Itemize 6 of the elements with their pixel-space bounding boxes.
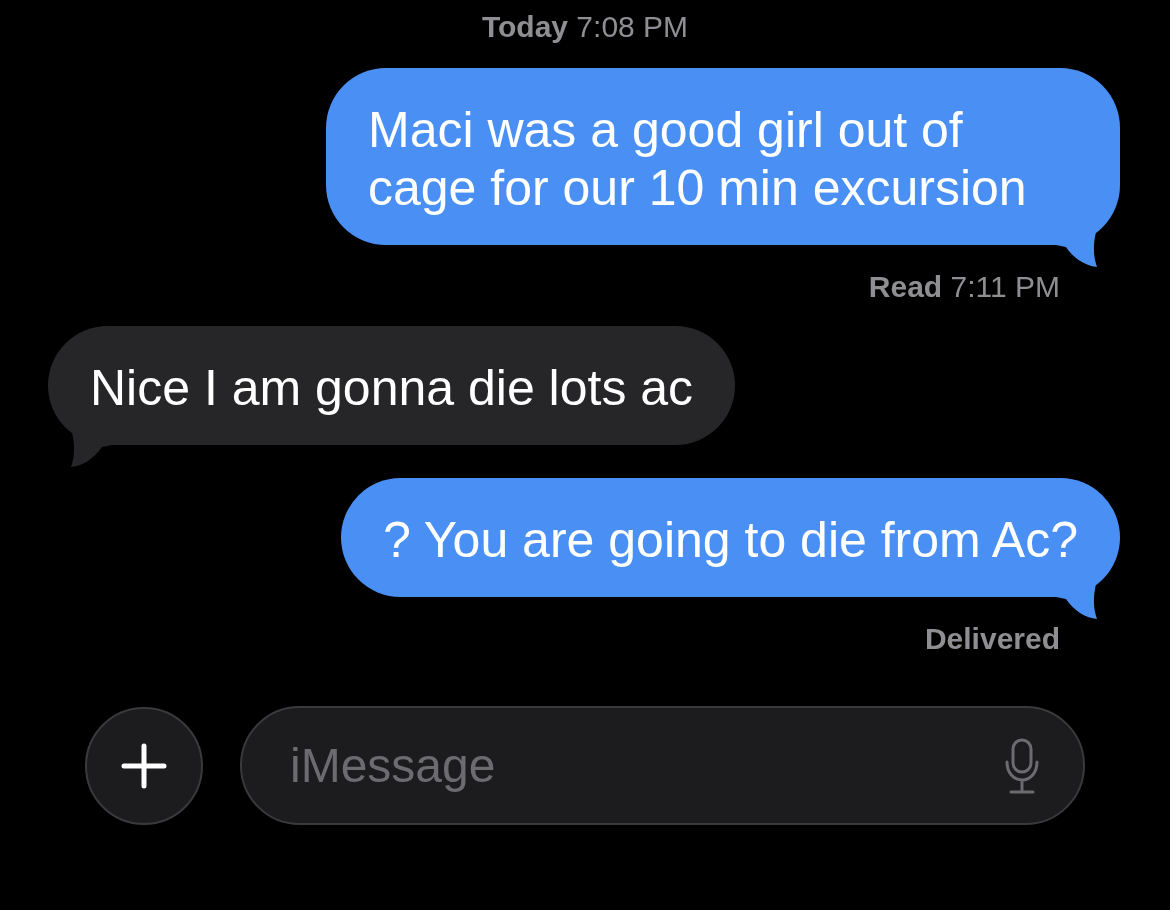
delivery-status: Read 7:11 PM <box>868 269 1060 305</box>
delivery-status: Delivered <box>924 621 1060 657</box>
conversation-timestamp: Today 7:08 PM <box>481 9 689 45</box>
microphone-icon[interactable] <box>1005 738 1039 794</box>
plus-icon <box>121 742 167 789</box>
message-input-field[interactable]: iMessage <box>240 706 1085 825</box>
